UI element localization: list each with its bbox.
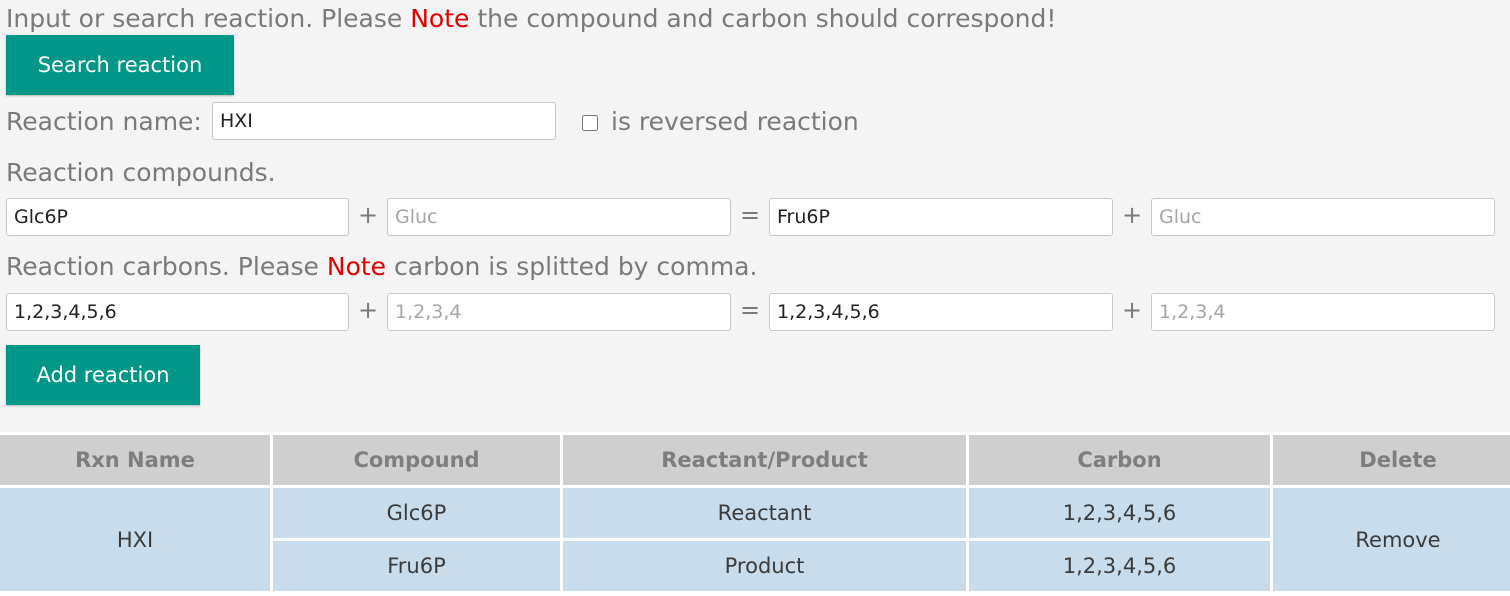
product-carbon-2-input[interactable] — [1151, 293, 1495, 331]
search-reaction-button[interactable]: Search reaction — [6, 35, 234, 95]
product-carbon-1-input[interactable] — [769, 293, 1113, 331]
add-reaction-button[interactable]: Add reaction — [6, 345, 200, 405]
product-compound-1-input[interactable] — [769, 198, 1113, 236]
reactant-carbon-1-input[interactable] — [6, 293, 349, 331]
header-reactant-product: Reactant/Product — [563, 435, 966, 485]
compounds-label: Reaction compounds. — [6, 158, 276, 187]
equals-operator: = — [739, 296, 761, 324]
role-cell: Reactant — [563, 488, 966, 538]
product-compound-2-input[interactable] — [1151, 198, 1495, 236]
header-carbon: Carbon — [969, 435, 1270, 485]
header-rxn-name: Rxn Name — [0, 435, 270, 485]
reaction-name-label: Reaction name: — [6, 107, 202, 136]
note-highlight: Note — [326, 252, 387, 281]
intro-text-end: the compound and carbon should correspon… — [469, 4, 1057, 33]
intro-text: Input or search reaction. Please Note th… — [6, 4, 1056, 33]
reversed-reaction-label: is reversed reaction — [611, 107, 859, 136]
equals-operator: = — [739, 201, 761, 229]
reaction-table-container: Rxn Name Compound Reactant/Product Carbo… — [0, 432, 1510, 596]
carbons-label-start: Reaction carbons. Please — [6, 252, 327, 281]
carbons-label-end: carbon is splitted by comma. — [386, 252, 758, 281]
plus-operator: + — [357, 201, 379, 229]
role-cell: Product — [563, 541, 966, 591]
carbons-label: Reaction carbons. Please Note carbon is … — [6, 252, 757, 281]
table-row: HXI Glc6P Reactant 1,2,3,4,5,6 Remove — [0, 488, 1510, 591]
intro-text-start: Input or search reaction. Please — [6, 4, 411, 33]
reactant-compound-2-input[interactable] — [387, 198, 731, 236]
table-header-row: Rxn Name Compound Reactant/Product Carbo… — [0, 435, 1510, 485]
plus-operator: + — [357, 296, 379, 324]
reaction-form-panel: Input or search reaction. Please Note th… — [0, 0, 1510, 412]
note-highlight: Note — [410, 4, 470, 33]
reversed-reaction-checkbox[interactable] — [582, 115, 598, 131]
plus-operator: + — [1121, 201, 1143, 229]
header-compound: Compound — [273, 435, 560, 485]
compound-cell: Glc6P — [273, 488, 560, 538]
compound-cell: Fru6P — [273, 541, 560, 591]
remove-button[interactable]: Remove — [1273, 488, 1510, 591]
reaction-name-input[interactable] — [212, 102, 556, 140]
carbon-cell: 1,2,3,4,5,6 — [969, 541, 1270, 591]
header-delete: Delete — [1273, 435, 1510, 485]
reactant-carbon-2-input[interactable] — [387, 293, 731, 331]
carbon-cell: 1,2,3,4,5,6 — [969, 488, 1270, 538]
plus-operator: + — [1121, 296, 1143, 324]
rxn-name-cell: HXI — [0, 488, 270, 591]
reaction-table: Rxn Name Compound Reactant/Product Carbo… — [0, 432, 1510, 594]
reactant-compound-1-input[interactable] — [6, 198, 349, 236]
